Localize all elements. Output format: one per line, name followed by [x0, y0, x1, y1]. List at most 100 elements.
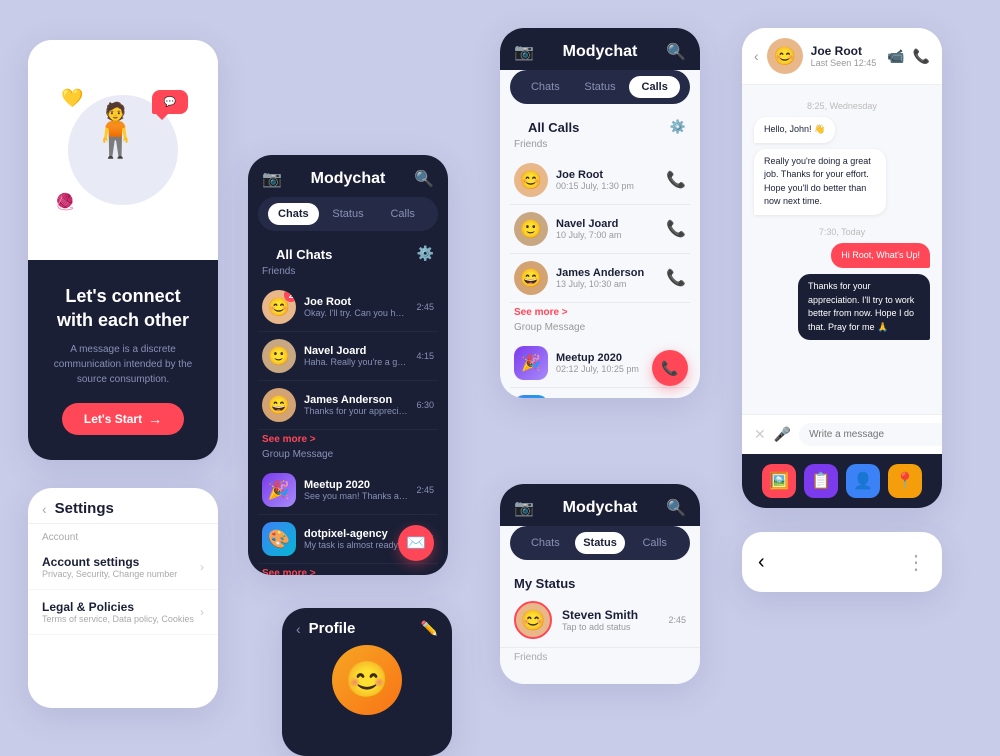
bottom-icon-contact[interactable]: 👤: [846, 464, 880, 498]
calls-filter-icon[interactable]: ⚙️: [670, 119, 686, 135]
settings-title: Settings: [55, 500, 114, 517]
profile-title: Profile: [309, 620, 356, 637]
profile-back-button[interactable]: ‹: [296, 621, 301, 637]
status-tab-chats[interactable]: Chats: [520, 532, 571, 554]
calls-tab-status[interactable]: Status: [575, 76, 626, 98]
mic-icon[interactable]: 🎤: [774, 426, 791, 443]
profile-avatar-area: 😊: [282, 645, 452, 725]
see-more-friends[interactable]: See more >: [248, 430, 448, 449]
chat-item-navel[interactable]: 🙂 Navel Joard Haha. Really you're a grea…: [258, 332, 438, 381]
settings-item-account[interactable]: Account settings Privacy, Security, Chan…: [28, 545, 218, 590]
call-item-james[interactable]: 😄 James Anderson 13 July, 10:30 am 📞: [510, 254, 690, 303]
calls-group-dotpixel[interactable]: 🎨 dotpixel-agency 13 July, 10:30 am 📞: [510, 388, 690, 398]
person-icon: 🧍: [83, 100, 148, 161]
status-search-icon[interactable]: 🔍: [666, 498, 686, 518]
calls-group-info-meetup: Meetup 2020 02:12 July, 10:25 pm: [556, 352, 658, 374]
camera-icon[interactable]: 📷: [262, 169, 282, 189]
chat-name-meetup: Meetup 2020: [304, 479, 408, 491]
calls-tab-chats[interactable]: Chats: [520, 76, 571, 98]
calls-group-name-meetup: Meetup 2020: [556, 352, 658, 364]
call-type-joe: 📞: [666, 170, 686, 190]
see-more-groups[interactable]: See more >: [248, 564, 448, 575]
status-camera-icon[interactable]: 📷: [514, 498, 534, 518]
lets-start-button[interactable]: Let's Start →: [62, 403, 184, 435]
chat-item-meetup[interactable]: 🎉 Meetup 2020 See you man! Thanks a lot.…: [258, 466, 438, 515]
chat-info-joe: Joe Root Okay. I'll try. Can you help...…: [304, 296, 408, 318]
avatar-joe: 😊 2: [262, 290, 296, 324]
calls-group-avatar-meetup: 🎉: [514, 346, 548, 380]
calls-search-icon[interactable]: 🔍: [666, 42, 686, 62]
bottom-bar-back[interactable]: ‹: [758, 551, 765, 574]
lets-start-label: Let's Start: [84, 412, 142, 426]
bottom-icon-location[interactable]: 📍: [888, 464, 922, 498]
call-item-joe[interactable]: 😊 Joe Root 00:15 July, 1:30 pm 📞: [510, 156, 690, 205]
call-time-james: 13 July, 10:30 am: [556, 279, 658, 289]
bottom-icon-sticker[interactable]: 📋: [804, 464, 838, 498]
card-calls: 📷 Modychat 🔍 Chats Status Calls All Call…: [500, 28, 700, 398]
card-settings: ‹ Settings Account Account settings Priv…: [28, 488, 218, 708]
card-welcome: 💛 🧍 💬 🧶 Let's connect with each other A …: [28, 40, 218, 460]
messages-area: 8:25, Wednesday Hello, John! 👋 Really yo…: [742, 85, 942, 414]
status-tab-status[interactable]: Status: [575, 532, 626, 554]
chat-list-friends: 😊 2 Joe Root Okay. I'll try. Can you hel…: [248, 283, 448, 430]
chat-item-james[interactable]: 😄 James Anderson Thanks for your appreci…: [258, 381, 438, 430]
settings-account-label: Account settings: [42, 555, 177, 569]
bottom-bar-more[interactable]: ⋮: [906, 550, 926, 575]
settings-item-legal[interactable]: Legal & Policies Terms of service, Data …: [28, 590, 218, 635]
tab-status[interactable]: Status: [323, 203, 374, 225]
chat-item-joe[interactable]: 😊 2 Joe Root Okay. I'll try. Can you hel…: [258, 283, 438, 332]
message-input[interactable]: [799, 423, 942, 446]
calls-camera-icon[interactable]: 📷: [514, 42, 534, 62]
calls-fab[interactable]: 📞: [652, 350, 688, 386]
status-app-title: Modychat: [563, 499, 638, 517]
status-time-steven: 2:45: [668, 615, 686, 625]
chat-time-meetup: 2:45: [416, 485, 434, 495]
app-title: Modychat: [311, 170, 386, 188]
chat-win-contact-info: Joe Root Last Seen 12:45: [811, 44, 877, 68]
calls-friends-sub: Friends: [500, 139, 700, 156]
search-icon[interactable]: 🔍: [414, 169, 434, 189]
status-app-header: 📷 Modychat 🔍: [500, 484, 700, 526]
phone-call-icon[interactable]: 📞: [913, 48, 930, 65]
settings-legal-sub: Terms of service, Data policy, Cookies: [42, 614, 194, 624]
calls-list-friends: 😊 Joe Root 00:15 July, 1:30 pm 📞 🙂 Navel…: [500, 156, 700, 303]
call-name-james: James Anderson: [556, 267, 658, 279]
chat-time-joe: 2:45: [416, 302, 434, 312]
video-call-icon[interactable]: 📹: [887, 48, 904, 65]
calls-see-more-friends[interactable]: See more >: [500, 303, 700, 322]
chat-back-button[interactable]: ‹: [754, 48, 759, 64]
filter-icon[interactable]: ⚙️: [417, 245, 434, 262]
msg-4: Thanks for your appreciation. I'll try t…: [798, 274, 930, 340]
settings-legal-label: Legal & Policies: [42, 600, 194, 614]
contact-icon: 👤: [853, 471, 873, 491]
welcome-title: Let's connect with each other: [57, 285, 189, 332]
welcome-illustration-area: 💛 🧍 💬 🧶: [28, 40, 218, 260]
chat-info-dotpixel: dotpixel-agency My task is almost ready.…: [304, 528, 408, 550]
settings-back-button[interactable]: ‹: [42, 501, 47, 517]
chat-input-area: ✕ 🎤: [742, 414, 942, 454]
status-tab-calls[interactable]: Calls: [629, 532, 680, 554]
call-item-navel[interactable]: 🙂 Navel Joard 10 July, 7:00 am 📞: [510, 205, 690, 254]
group-sub: Group Message: [248, 449, 448, 466]
call-type-james: 📞: [666, 268, 686, 288]
chat-win-contact-name: Joe Root: [811, 44, 877, 58]
settings-legal-chevron: ›: [200, 605, 204, 619]
bottom-icon-image[interactable]: 🖼️: [762, 464, 796, 498]
calls-app-title: Modychat: [563, 43, 638, 61]
close-icon[interactable]: ✕: [754, 426, 766, 443]
msg-1: Hello, John! 👋: [754, 117, 835, 143]
profile-edit-button[interactable]: ✏️: [421, 620, 438, 637]
fab-compose[interactable]: ✉️: [398, 525, 434, 561]
status-item-steven[interactable]: 😊 Steven Smith Tap to add status 2:45: [500, 593, 700, 648]
tab-calls[interactable]: Calls: [377, 203, 428, 225]
tab-chats[interactable]: Chats: [268, 203, 319, 225]
call-info-james: James Anderson 13 July, 10:30 am: [556, 267, 658, 289]
chat-info-navel: Navel Joard Haha. Really you're a great …: [304, 345, 408, 367]
call-time-navel: 10 July, 7:00 am: [556, 230, 658, 240]
card-chats: 📷 Modychat 🔍 Chats Status Calls All Chat…: [248, 155, 448, 575]
badge-joe: 2: [284, 290, 296, 302]
call-info-joe: Joe Root 00:15 July, 1:30 pm: [556, 169, 658, 191]
welcome-subtitle: A message is a discrete communication in…: [44, 342, 202, 387]
calls-tab-calls[interactable]: Calls: [629, 76, 680, 98]
settings-account-sub: Privacy, Security, Change number: [42, 569, 177, 579]
